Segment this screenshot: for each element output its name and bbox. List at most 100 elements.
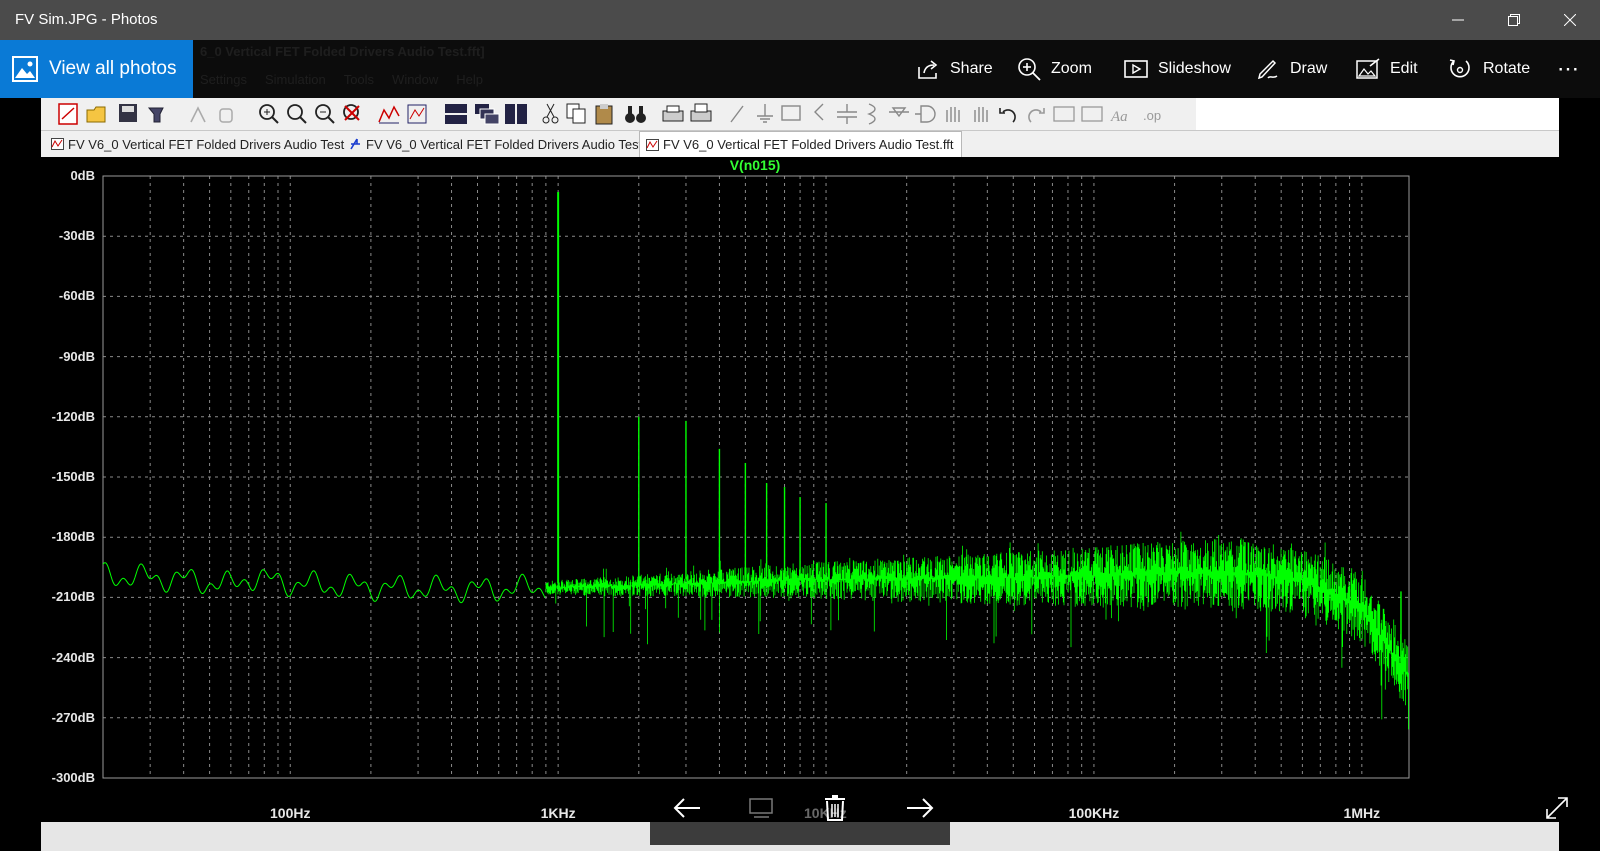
control-panel-icon xyxy=(147,107,164,123)
cut-icon xyxy=(542,103,559,124)
halt-hand-icon xyxy=(219,108,233,123)
move-hand-icon xyxy=(946,107,960,122)
view-all-label: View all photos xyxy=(49,58,177,79)
previous-photo-button[interactable] xyxy=(665,788,709,828)
trace-low-band xyxy=(102,562,546,604)
y-tick-label: 0dB xyxy=(70,168,95,183)
ground-icon xyxy=(757,104,773,123)
share-button[interactable]: Share xyxy=(916,40,993,98)
rotate-icon xyxy=(1449,59,1470,78)
run-icon xyxy=(190,106,206,123)
zoom-box-icon xyxy=(287,104,307,124)
view-all-photos-button[interactable]: View all photos xyxy=(0,40,193,98)
zoom-full-icon xyxy=(343,104,360,121)
tab-label: FV V6_0 Vertical FET Folded Drivers Audi… xyxy=(663,137,954,152)
close-button[interactable] xyxy=(1542,0,1598,40)
trace-label[interactable]: V(n015) xyxy=(730,157,781,173)
minimize-button[interactable] xyxy=(1430,0,1486,40)
redo-icon xyxy=(1028,108,1045,123)
zoom-in-icon xyxy=(259,104,279,124)
draw-icon xyxy=(1257,59,1278,80)
ltspice-menu-behind: Settings Simulation Tools Window Help xyxy=(200,72,483,87)
zoom-out-icon xyxy=(315,104,335,124)
fft-plot-pane[interactable]: V(n015) 0dB -30dB -60dB -90dB -120dB -150dB -1… xyxy=(41,157,1559,822)
label-net-icon xyxy=(781,105,801,121)
x-tick-label: 1MHz xyxy=(1343,805,1381,821)
trace-v-n015 xyxy=(102,192,1409,730)
y-tick-label: -210dB xyxy=(51,589,95,605)
tab-fft[interactable]: FV V6_0 Vertical FET Folded Drivers Audi… xyxy=(639,131,963,157)
waveform-icon xyxy=(646,138,659,151)
plot-grid xyxy=(103,176,1409,778)
mirror-part-icon xyxy=(1081,106,1103,122)
rotate-button[interactable]: Rotate xyxy=(1447,40,1530,98)
inductor-icon xyxy=(867,103,876,125)
ltspice-title-behind: 6_0 Vertical FET Folded Drivers Audio Te… xyxy=(200,44,485,59)
fullscreen-icon xyxy=(1546,797,1568,819)
y-tick-label: -150dB xyxy=(51,469,95,484)
photos-icon xyxy=(12,56,38,82)
rotate-label: Rotate xyxy=(1483,60,1531,77)
menu-settings: Settings xyxy=(200,72,247,87)
slideshow-button[interactable]: Slideshow xyxy=(1124,40,1231,98)
drag-hand-icon xyxy=(974,107,988,122)
share-icon xyxy=(918,60,938,79)
tab-label: FV V6_0 Vertical FET Folded Drivers Audi… xyxy=(68,136,345,152)
y-tick-label: -240dB xyxy=(51,649,95,665)
menu-tools: Tools xyxy=(343,72,375,87)
restore-button[interactable] xyxy=(1486,0,1542,40)
rotate-part-icon xyxy=(1053,106,1075,122)
restore-icon xyxy=(1508,14,1520,26)
open-icon xyxy=(86,106,106,123)
draw-label: Draw xyxy=(1290,60,1328,77)
tile-horizontal-icon xyxy=(445,104,467,124)
wire-icon xyxy=(730,105,744,123)
waveform-icon xyxy=(51,138,64,150)
capacitor-icon xyxy=(837,104,857,124)
document-tabs: FV V6_0 Vertical FET Folded Drivers Audi… xyxy=(41,131,1559,157)
slideshow-label: Slideshow xyxy=(1158,60,1231,77)
x-tick-label: 100KHz xyxy=(1068,805,1120,821)
zoom-button[interactable]: Zoom xyxy=(1017,40,1092,98)
x-tick-label: 100Hz xyxy=(270,805,311,821)
trash-icon xyxy=(825,795,845,821)
more-options-button[interactable]: ⋯ xyxy=(1557,40,1579,98)
cascade-icon xyxy=(475,104,500,125)
x-tick-label: 1KHz xyxy=(540,805,576,821)
new-schematic-icon xyxy=(58,103,78,125)
component-icon xyxy=(915,105,936,123)
draw-button[interactable]: Draw xyxy=(1256,40,1327,98)
slideshow-mini-button[interactable] xyxy=(742,788,782,828)
y-tick-label: -60dB xyxy=(58,288,95,304)
arrow-right-icon xyxy=(907,798,934,818)
spice-directive-icon: .op xyxy=(1143,108,1161,123)
fullscreen-button[interactable] xyxy=(1542,788,1572,828)
toolbar-icons: Aa .op xyxy=(58,103,1161,125)
menu-window: Window xyxy=(392,72,439,87)
undo-icon xyxy=(999,108,1016,123)
tab-schematic[interactable]: FV V6_0 Vertical FET Folded Drivers Audi… xyxy=(343,133,642,155)
trace-noise-band xyxy=(545,531,1409,730)
schematic-icon xyxy=(350,138,360,150)
slideshow-icon xyxy=(1124,60,1148,78)
delete-photo-button[interactable] xyxy=(820,788,850,828)
tab-waveform-1[interactable]: FV V6_0 Vertical FET Folded Drivers Audi… xyxy=(45,133,344,155)
copy-icon xyxy=(566,103,586,124)
toolbar-blank-area xyxy=(1196,98,1559,130)
tab-label: FV V6_0 Vertical FET Folded Drivers Audi… xyxy=(366,136,643,152)
window-title: FV Sim.JPG - Photos xyxy=(15,11,158,28)
paste-icon xyxy=(595,104,613,125)
menu-simulation: Simulation xyxy=(264,72,326,87)
y-tick-label: -120dB xyxy=(51,408,95,424)
arrow-left-icon xyxy=(673,798,700,818)
edit-label: Edit xyxy=(1390,60,1418,77)
print-icon xyxy=(690,103,712,122)
minimize-icon xyxy=(1452,19,1464,21)
tile-vertical-icon xyxy=(505,104,527,124)
share-label: Share xyxy=(950,60,993,77)
edit-button[interactable]: Edit xyxy=(1356,40,1418,98)
photos-command-bar: 6_0 Vertical FET Folded Drivers Audio Te… xyxy=(0,40,1600,98)
slideshow-mini-icon xyxy=(749,798,773,818)
diode-icon xyxy=(889,107,909,118)
next-photo-button[interactable] xyxy=(898,788,942,828)
